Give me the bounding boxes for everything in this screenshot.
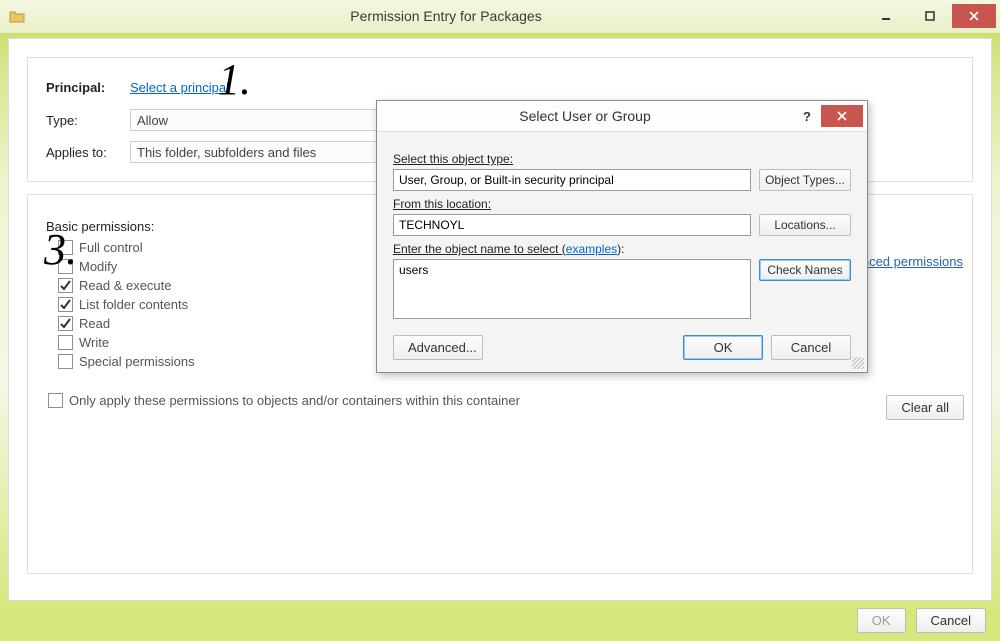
perm-label: Write bbox=[79, 335, 109, 350]
object-name-label-post: ): bbox=[617, 242, 624, 256]
principal-label: Principal: bbox=[46, 80, 130, 95]
checkbox-icon bbox=[48, 393, 63, 408]
window-buttons bbox=[864, 4, 996, 28]
object-type-label: Select this object type: bbox=[393, 152, 851, 166]
help-icon[interactable]: ? bbox=[793, 109, 821, 124]
object-name-label-pre: Enter the object name to select ( bbox=[393, 242, 566, 256]
locations-button[interactable]: Locations... bbox=[759, 214, 851, 236]
footer-buttons: OK Cancel bbox=[857, 608, 986, 633]
maximize-button[interactable] bbox=[908, 4, 952, 28]
dialog-cancel-button[interactable]: Cancel bbox=[771, 335, 851, 360]
close-button[interactable] bbox=[952, 4, 996, 28]
perm-label: Modify bbox=[79, 259, 117, 274]
checkbox-icon bbox=[58, 354, 73, 369]
only-apply-row[interactable]: Only apply these permissions to objects … bbox=[48, 393, 954, 408]
minimize-button[interactable] bbox=[864, 4, 908, 28]
object-type-field[interactable] bbox=[393, 169, 751, 191]
checkbox-icon bbox=[58, 278, 73, 293]
object-name-label: Enter the object name to select (example… bbox=[393, 242, 851, 256]
location-label: From this location: bbox=[393, 197, 851, 211]
object-name-input[interactable]: users bbox=[393, 259, 751, 319]
checkbox-icon bbox=[58, 335, 73, 350]
select-principal-link[interactable]: Select a principal bbox=[130, 80, 229, 95]
annotation-1: 1. bbox=[218, 54, 251, 105]
select-user-dialog: Select User or Group ? Select this objec… bbox=[376, 100, 868, 373]
dialog-titlebar: Select User or Group ? bbox=[377, 101, 867, 132]
perm-label: Read bbox=[79, 316, 110, 331]
perm-label: Read & execute bbox=[79, 278, 172, 293]
object-types-button[interactable]: Object Types... bbox=[759, 169, 851, 191]
perm-label: Special permissions bbox=[79, 354, 195, 369]
perm-label: Full control bbox=[79, 240, 143, 255]
resize-grip-icon[interactable] bbox=[852, 357, 864, 369]
screen: Permission Entry for Packages Principal:… bbox=[0, 0, 1000, 641]
check-names-button[interactable]: Check Names bbox=[759, 259, 851, 281]
annotation-3: 3. bbox=[44, 224, 77, 275]
dialog-close-button[interactable] bbox=[821, 105, 863, 127]
examples-link[interactable]: examples bbox=[566, 242, 617, 256]
folder-icon bbox=[6, 5, 28, 27]
cancel-button[interactable]: Cancel bbox=[916, 608, 986, 633]
location-field[interactable] bbox=[393, 214, 751, 236]
titlebar: Permission Entry for Packages bbox=[0, 0, 1000, 33]
window-title: Permission Entry for Packages bbox=[28, 8, 864, 24]
advanced-button[interactable]: Advanced... bbox=[393, 335, 483, 360]
perm-label: List folder contents bbox=[79, 297, 188, 312]
ok-button[interactable]: OK bbox=[857, 608, 906, 633]
dialog-ok-button[interactable]: OK bbox=[683, 335, 763, 360]
dialog-title: Select User or Group bbox=[377, 108, 793, 124]
applies-label: Applies to: bbox=[46, 145, 130, 160]
only-apply-label: Only apply these permissions to objects … bbox=[69, 393, 520, 408]
clear-all-button[interactable]: Clear all bbox=[886, 395, 964, 420]
checkbox-icon bbox=[58, 316, 73, 331]
type-label: Type: bbox=[46, 113, 130, 128]
checkbox-icon bbox=[58, 297, 73, 312]
